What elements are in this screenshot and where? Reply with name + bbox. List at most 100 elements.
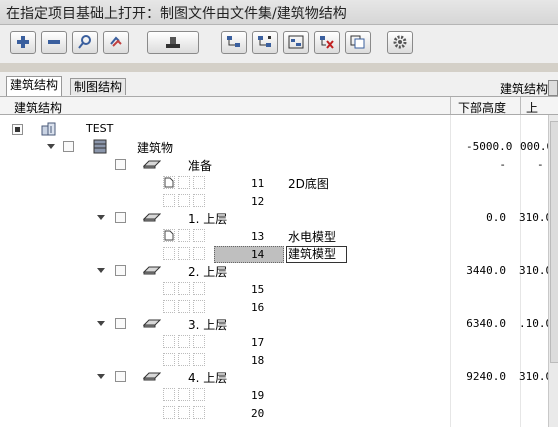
plus-button[interactable] [10, 31, 36, 54]
title-bar: 在指定项目基础上打开：制图文件由文件集/建筑物结构 [0, 0, 558, 25]
tree-add-2-icon [258, 36, 271, 47]
search-button[interactable] [72, 31, 98, 54]
column-name-header[interactable]: 建筑结构 [14, 99, 62, 116]
buildings-icon [41, 122, 56, 136]
drawing-name: 2D底图 [288, 177, 329, 191]
tree-add-2-button[interactable] [252, 31, 278, 54]
tree-row-drawing[interactable]: 11 2D底图 [0, 174, 548, 192]
tree-row-drawing[interactable]: 17 [0, 333, 548, 351]
drawing-cell[interactable] [163, 194, 175, 207]
drawing-number: 15 [251, 283, 265, 296]
drawing-cell[interactable] [178, 176, 190, 189]
drawing-cell[interactable] [178, 406, 190, 419]
drawing-cell[interactable] [163, 282, 175, 295]
drawing-name-input[interactable]: 建筑模型 [286, 246, 347, 263]
drawing-cell[interactable] [193, 388, 205, 401]
tree-row-project[interactable]: TEST [0, 121, 548, 139]
tree-row-drawing[interactable]: 13 水电模型 [0, 227, 548, 245]
drawing-cell[interactable] [178, 300, 190, 313]
floor-slab-icon [143, 160, 161, 169]
tree-copy-button[interactable] [345, 31, 371, 54]
link-button[interactable] [103, 31, 129, 54]
minus-button[interactable] [41, 31, 67, 54]
floor-slab-icon [143, 319, 161, 328]
collapse-arrow-icon[interactable] [97, 215, 105, 220]
right-panel-tab[interactable]: 建筑结构 [500, 80, 548, 97]
drawing-cell[interactable] [163, 388, 175, 401]
tab-drawing-structure[interactable]: 制图结构 [70, 78, 127, 95]
settings-button[interactable] [387, 31, 413, 54]
floor-checkbox[interactable] [115, 371, 126, 382]
upper-height-value: 310.0 [519, 370, 548, 383]
stamp-button[interactable] [147, 31, 199, 54]
tree-row-floor[interactable]: 1. 上层 0.0 310.0 [0, 209, 548, 227]
column-header: 建筑结构 下部高度 上 [0, 96, 558, 115]
column-separator[interactable] [450, 97, 451, 114]
drawing-cell[interactable] [178, 353, 190, 366]
drawing-cell[interactable] [193, 229, 205, 242]
drawing-number: 16 [251, 301, 265, 314]
drawing-cell[interactable] [178, 282, 190, 295]
lower-height-value: -5000.0 [466, 140, 513, 153]
building-checkbox[interactable] [63, 141, 74, 152]
scrollbar-thumb[interactable] [550, 121, 558, 363]
upper-height-value: 000.0 [520, 140, 548, 153]
project-checkbox[interactable] [12, 124, 23, 135]
tree-row-building[interactable]: 建筑物 -5000.0 000.0 [0, 138, 548, 156]
tree-list-button[interactable] [283, 31, 309, 54]
tree-row-drawing[interactable]: 16 [0, 298, 548, 316]
selected-number-cell[interactable] [214, 246, 284, 263]
document-icon [164, 177, 174, 188]
lower-height-value: 3440.0 [466, 264, 506, 277]
drawing-cell[interactable] [193, 406, 205, 419]
column-upper-header[interactable]: 上 [526, 99, 538, 116]
drawing-cell[interactable] [163, 406, 175, 419]
drawing-cell[interactable] [178, 388, 190, 401]
tree-row-drawing[interactable]: 12 [0, 192, 548, 210]
tree-row-drawing[interactable]: 19 [0, 386, 548, 404]
column-separator[interactable] [520, 97, 521, 114]
collapse-arrow-icon[interactable] [47, 144, 55, 149]
drawing-cell[interactable] [193, 335, 205, 348]
drawing-cell[interactable] [163, 300, 175, 313]
drawing-cell[interactable] [178, 247, 190, 260]
drawing-cell[interactable] [193, 282, 205, 295]
drawing-cell[interactable] [193, 300, 205, 313]
tree-row-floor[interactable]: 2. 上层 3440.0 310.0 [0, 262, 548, 280]
collapse-arrow-icon[interactable] [97, 321, 105, 326]
drawing-cell[interactable] [193, 176, 205, 189]
drawing-cell[interactable] [163, 335, 175, 348]
drawing-cell[interactable] [193, 194, 205, 207]
right-panel-toggle[interactable] [548, 80, 558, 96]
tree-row-floor[interactable]: 4. 上层 9240.0 310.0 [0, 368, 548, 386]
floor-checkbox[interactable] [115, 159, 126, 170]
floor-slab-icon [143, 372, 161, 381]
tree-row-drawing[interactable]: 18 [0, 351, 548, 369]
tree-row-drawing[interactable]: 15 [0, 280, 548, 298]
tree-add-button[interactable] [221, 31, 247, 54]
tree-row-drawing[interactable]: 14 建筑模型 [0, 245, 548, 263]
collapse-arrow-icon[interactable] [97, 374, 105, 379]
lower-height-value: - [499, 158, 506, 171]
drawing-cell[interactable] [163, 247, 175, 260]
floor-checkbox[interactable] [115, 318, 126, 329]
column-lower-height-header[interactable]: 下部高度 [458, 99, 506, 116]
drawing-cell[interactable] [178, 229, 190, 242]
tab-building-structure[interactable]: 建筑结构 [6, 76, 63, 96]
tree-delete-button[interactable] [314, 31, 340, 54]
drawing-cell[interactable] [178, 335, 190, 348]
drawing-number: 13 [251, 230, 265, 243]
tree-row-drawing[interactable]: 20 [0, 404, 548, 422]
tree-row-floor[interactable]: 准备 - - [0, 156, 548, 174]
toolbar [0, 25, 558, 63]
drawing-cell[interactable] [163, 353, 175, 366]
drawing-cell[interactable] [178, 194, 190, 207]
floor-checkbox[interactable] [115, 265, 126, 276]
vertical-scrollbar[interactable] [548, 115, 558, 427]
tree-row-floor[interactable]: 3. 上层 6340.0 .10.0 [0, 315, 548, 333]
collapse-arrow-icon[interactable] [97, 268, 105, 273]
floor-checkbox[interactable] [115, 212, 126, 223]
tree-delete-icon [320, 36, 334, 49]
drawing-cell[interactable] [193, 353, 205, 366]
drawing-cell[interactable] [193, 247, 205, 260]
